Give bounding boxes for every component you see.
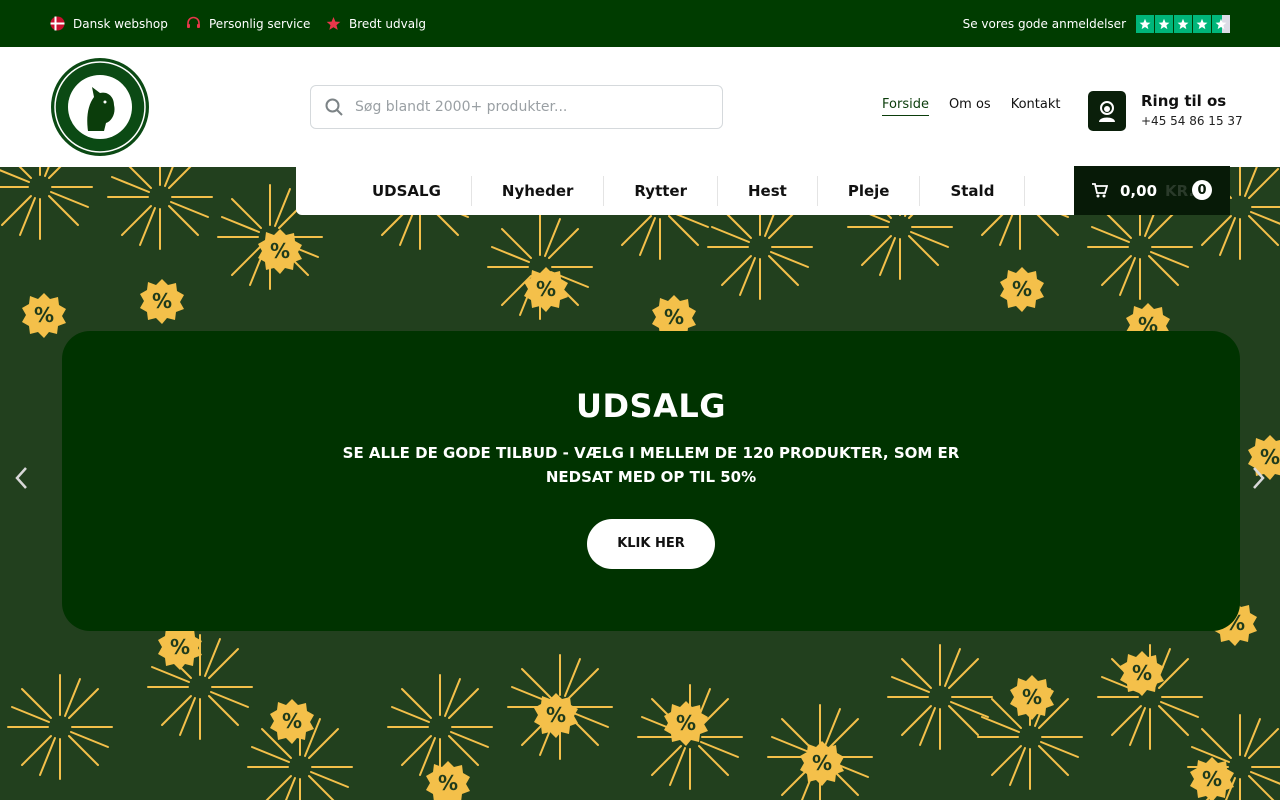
search-icon [325, 98, 343, 116]
phone-title: Ring til os [1141, 92, 1227, 110]
phone-number: +45 54 86 15 37 [1141, 114, 1243, 128]
search-input[interactable] [355, 99, 695, 115]
usp-label: Dansk webshop [73, 16, 168, 31]
usp-label: Personlig service [209, 16, 311, 31]
reviews-label: Se vores gode anmeldelser [962, 17, 1126, 31]
cart-currency: KR. [1165, 181, 1195, 200]
slider-next-icon[interactable] [1248, 466, 1268, 490]
nav-nyheder[interactable]: Nyheder [472, 176, 605, 206]
trustpilot-star-icon [1136, 15, 1154, 33]
trustpilot-rating [1136, 15, 1230, 33]
headset-icon [187, 16, 200, 28]
star-icon [326, 17, 341, 30]
nav-hest[interactable]: Hest [718, 176, 818, 206]
hero-text: SE ALLE DE GODE TILBUD - VÆLG I MELLEM D… [342, 444, 960, 486]
cart-icon [1092, 183, 1108, 198]
reviews-link[interactable]: Se vores gode anmeldelser [963, 15, 1230, 33]
phone-support-icon [1088, 91, 1126, 131]
usp-personal-service: Personlig service [186, 16, 310, 31]
top-bar: Dansk webshop Personlig service Bredt ud… [0, 0, 1280, 47]
cart-count-badge: 0 [1192, 180, 1212, 200]
main-nav: UDSALG Nyheder Rytter Hest Pleje Stald 0… [296, 166, 1230, 215]
nav-pleje[interactable]: Pleje [818, 176, 921, 206]
link-kontakt[interactable]: Kontakt [1011, 97, 1061, 116]
link-om-os[interactable]: Om os [949, 97, 991, 116]
search-bar[interactable] [310, 85, 723, 129]
trustpilot-star-icon [1174, 15, 1192, 33]
hero-title: UDSALG [575, 387, 726, 425]
hero-panel: UDSALG SE ALLE DE GODE TILBUD - VÆLG I M… [62, 331, 1240, 631]
nav-rytter[interactable]: Rytter [604, 176, 718, 206]
trustpilot-star-icon [1155, 15, 1173, 33]
usp-label: Bredt udvalg [349, 16, 427, 31]
trustpilot-star-icon [1193, 15, 1211, 33]
slider-prev-icon[interactable] [12, 466, 32, 490]
usp-wide-selection: Bredt udvalg [326, 16, 426, 31]
link-forside[interactable]: Forside [882, 97, 929, 116]
site-header: Forside Om os Kontakt Ring til os +45 54… [0, 47, 1280, 167]
nav-stald[interactable]: Stald [920, 176, 1026, 206]
phone-contact[interactable]: Ring til os +45 54 86 15 37 [1088, 91, 1243, 131]
hero-cta-button[interactable]: KLIK HER [587, 519, 715, 569]
danish-flag-icon [50, 16, 65, 31]
trustpilot-half-star-icon [1212, 15, 1230, 33]
nav-udsalg[interactable]: UDSALG [342, 176, 472, 206]
cart-amount: 0,00 [1120, 181, 1158, 200]
cart-button[interactable]: 0,00 KR. 0 [1074, 166, 1230, 215]
header-links: Forside Om os Kontakt [882, 97, 1060, 116]
usp-danish-webshop: Dansk webshop [50, 16, 168, 31]
site-logo[interactable] [50, 57, 150, 157]
